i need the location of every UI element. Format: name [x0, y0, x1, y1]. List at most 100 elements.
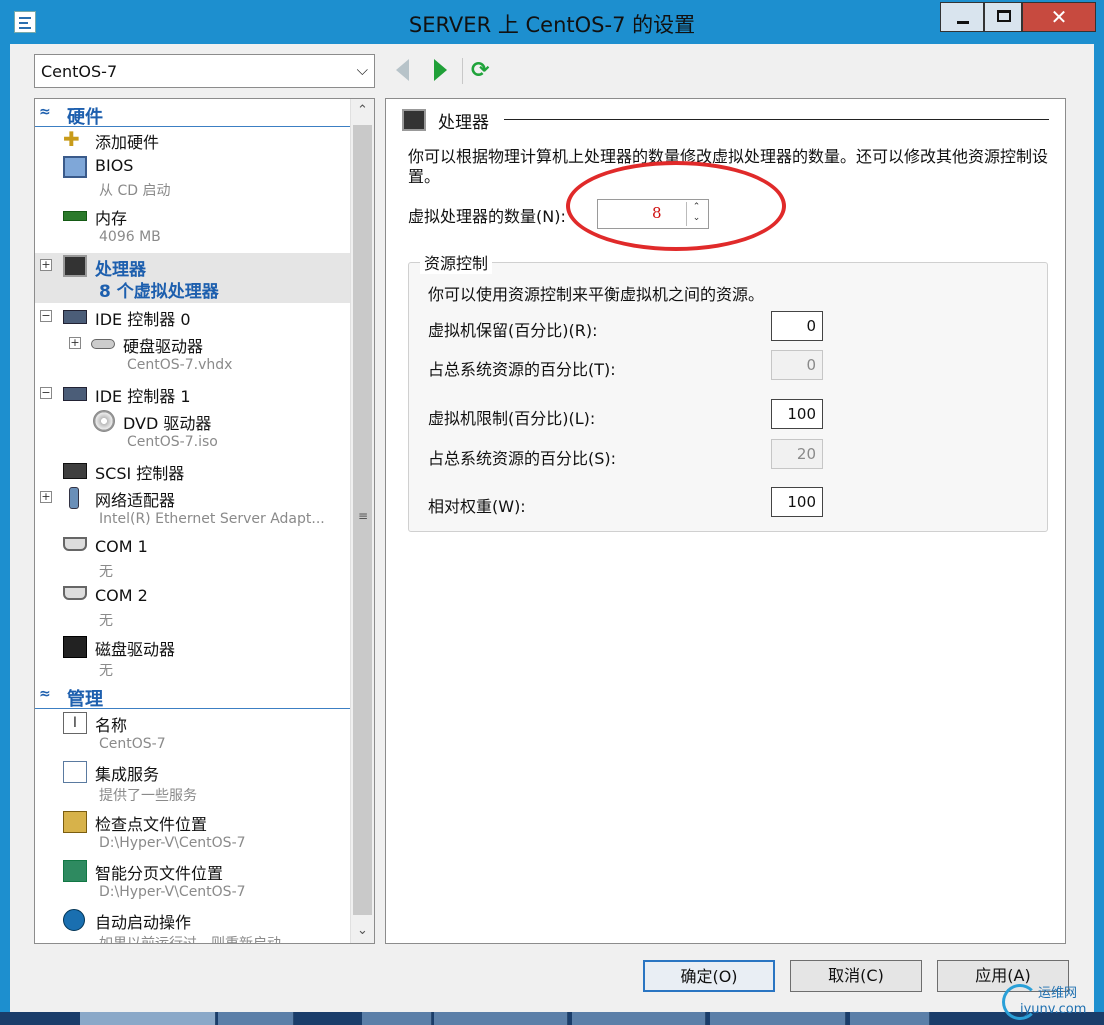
reserve-total-value: 0: [771, 350, 823, 380]
tree-item-detail: Intel(R) Ethernet Server Adapt...: [99, 511, 325, 527]
tree-item-label: 集成服务: [95, 765, 160, 784]
resource-control-description: 你可以使用资源控制来平衡虚拟机之间的资源。: [428, 285, 765, 304]
tree-item-detail: 从 CD 启动: [99, 183, 171, 199]
scroll-up-arrow-icon[interactable]: ⌃: [351, 99, 374, 123]
maximize-icon: [997, 10, 1011, 22]
minimize-button[interactable]: [940, 2, 984, 32]
tree-item-auto-start-action[interactable]: 自动启动操作 如果以前运行过，则重新启动: [35, 907, 351, 944]
processor-icon: [402, 109, 426, 131]
close-button[interactable]: ✕: [1022, 2, 1096, 32]
tree-item-memory[interactable]: 内存 4096 MB: [35, 203, 351, 253]
tree-item-network-adapter[interactable]: + 网络适配器 Intel(R) Ethernet Server Adapt..…: [35, 485, 351, 535]
section-hardware[interactable]: ≈ 硬件: [35, 101, 351, 128]
collapse-minus-icon[interactable]: −: [40, 387, 52, 399]
vm-selector-dropdown[interactable]: CentOS-7 ⌵: [34, 54, 375, 88]
tree-item-label: 智能分页文件位置: [95, 864, 224, 883]
tree-item-detail: 4096 MB: [99, 229, 161, 245]
cancel-button[interactable]: 取消(C): [790, 960, 922, 992]
tree-item-diskette-drive[interactable]: 磁盘驱动器 无: [35, 634, 351, 684]
dvd-disc-icon: [93, 410, 115, 432]
maximize-button[interactable]: [984, 2, 1022, 32]
tree-item-scsi-controller[interactable]: SCSI 控制器: [35, 458, 351, 484]
tree-item-hard-drive[interactable]: + 硬盘驱动器 CentOS-7.vhdx: [35, 331, 351, 381]
scroll-thumb[interactable]: ≡: [353, 125, 372, 915]
tree-item-detail: CentOS-7.vhdx: [127, 357, 233, 373]
toolbar-separator: [462, 58, 463, 84]
tree-item-add-hardware[interactable]: ✚ 添加硬件: [35, 127, 351, 153]
checkpoint-folder-icon: [63, 811, 87, 833]
taskbar-item[interactable]: [850, 1012, 930, 1025]
add-hardware-icon: ✚: [63, 127, 80, 151]
tree-item-detail: CentOS-7.iso: [127, 434, 218, 450]
tree-content: ≈ 硬件 ✚ 添加硬件 BIOS 从 CD 启动 内存 4096 MB + 处理…: [35, 99, 351, 944]
tree-item-com1[interactable]: COM 1 无: [35, 535, 351, 585]
tree-item-label: IDE 控制器 1: [95, 387, 191, 406]
panel-scrollbar-track[interactable]: [1070, 88, 1094, 946]
panel-title: 处理器: [438, 113, 489, 133]
collapse-chevron-icon[interactable]: ≈: [39, 686, 51, 702]
tree-item-name[interactable]: I 名称 CentOS-7: [35, 710, 351, 760]
tree-item-detail: D:\Hyper-V\CentOS-7: [99, 884, 246, 900]
expand-plus-icon[interactable]: +: [69, 337, 81, 349]
vm-selector-value: CentOS-7: [41, 62, 118, 81]
back-arrow-icon[interactable]: [396, 59, 409, 81]
taskbar-item[interactable]: [218, 1012, 294, 1025]
site-watermark: 运维网 iyunv.com: [1002, 980, 1102, 1024]
tree-item-ide-controller-0[interactable]: − IDE 控制器 0: [35, 304, 351, 330]
watermark-text-domain: iyunv.com: [1020, 1002, 1087, 1017]
weight-input[interactable]: 100: [771, 487, 823, 517]
taskbar-item[interactable]: [434, 1012, 568, 1025]
refresh-icon[interactable]: ⟳: [471, 58, 489, 83]
tree-item-com2[interactable]: COM 2 无: [35, 584, 351, 634]
tree-item-detail: 如果以前运行过，则重新启动: [99, 936, 281, 944]
ide-controller-icon: [63, 310, 87, 324]
taskbar-item[interactable]: [572, 1012, 706, 1025]
limit-input[interactable]: 100: [771, 399, 823, 429]
tree-item-detail: D:\Hyper-V\CentOS-7: [99, 835, 246, 851]
tree-item-bios[interactable]: BIOS 从 CD 启动: [35, 154, 351, 204]
tree-item-processor[interactable]: + 处理器 8 个虚拟处理器: [35, 253, 351, 303]
settings-window: SERVER 上 CentOS-7 的设置 ✕ CentOS-7 ⌵ ⟳ ≈ 硬…: [0, 0, 1104, 1012]
reserve-input[interactable]: 0: [771, 311, 823, 341]
tree-item-label: 网络适配器: [95, 491, 176, 510]
title-divider: [504, 119, 1049, 120]
tree-scrollbar[interactable]: ⌃ ≡ ⌄: [350, 99, 374, 943]
ok-button[interactable]: 确定(O): [643, 960, 775, 992]
tree-item-label: 硬盘驱动器: [123, 337, 204, 356]
forward-arrow-icon[interactable]: [434, 59, 447, 81]
tree-item-detail: 无: [99, 613, 113, 629]
tree-item-label: 磁盘驱动器: [95, 640, 176, 659]
tree-item-smart-paging-location[interactable]: 智能分页文件位置 D:\Hyper-V\CentOS-7: [35, 858, 351, 908]
expand-plus-icon[interactable]: +: [40, 259, 52, 271]
hardware-tree-panel: ≈ 硬件 ✚ 添加硬件 BIOS 从 CD 启动 内存 4096 MB + 处理…: [34, 98, 375, 944]
scroll-down-arrow-icon[interactable]: ⌄: [351, 919, 374, 943]
hard-drive-icon: [91, 339, 115, 349]
section-management[interactable]: ≈ 管理: [35, 683, 351, 710]
weight-label: 相对权重(W):: [428, 497, 526, 516]
limit-label: 虚拟机限制(百分比)(L):: [428, 409, 596, 428]
taskbar-item[interactable]: [710, 1012, 846, 1025]
limit-total-label: 占总系统资源的百分比(S):: [428, 449, 617, 468]
title-bar[interactable]: SERVER 上 CentOS-7 的设置 ✕: [0, 0, 1104, 44]
red-annotation-oval: [566, 161, 786, 251]
taskbar: [0, 1012, 1104, 1025]
tree-item-checkpoint-location[interactable]: 检查点文件位置 D:\Hyper-V\CentOS-7: [35, 809, 351, 859]
tree-item-ide-controller-1[interactable]: − IDE 控制器 1: [35, 381, 351, 407]
collapse-minus-icon[interactable]: −: [40, 310, 52, 322]
tree-item-label: 检查点文件位置: [95, 815, 208, 834]
processor-icon: [63, 255, 87, 277]
scroll-grip-icon: ≡: [358, 509, 369, 523]
expand-plus-icon[interactable]: +: [40, 491, 52, 503]
tree-item-integration-services[interactable]: 集成服务 提供了一些服务: [35, 759, 351, 809]
taskbar-item[interactable]: [80, 1012, 216, 1025]
limit-total-value: 20: [771, 439, 823, 469]
processor-count-label: 虚拟处理器的数量(N):: [408, 207, 566, 226]
tree-item-label: 自动启动操作: [95, 913, 192, 932]
taskbar-item[interactable]: [362, 1012, 432, 1025]
tree-item-label: COM 2: [95, 586, 148, 605]
tree-item-dvd-drive[interactable]: DVD 驱动器 CentOS-7.iso: [35, 408, 351, 458]
smart-paging-icon: [63, 860, 87, 882]
collapse-chevron-icon[interactable]: ≈: [39, 104, 51, 120]
tree-item-label: BIOS: [95, 156, 134, 175]
com-port-icon: [63, 586, 87, 600]
